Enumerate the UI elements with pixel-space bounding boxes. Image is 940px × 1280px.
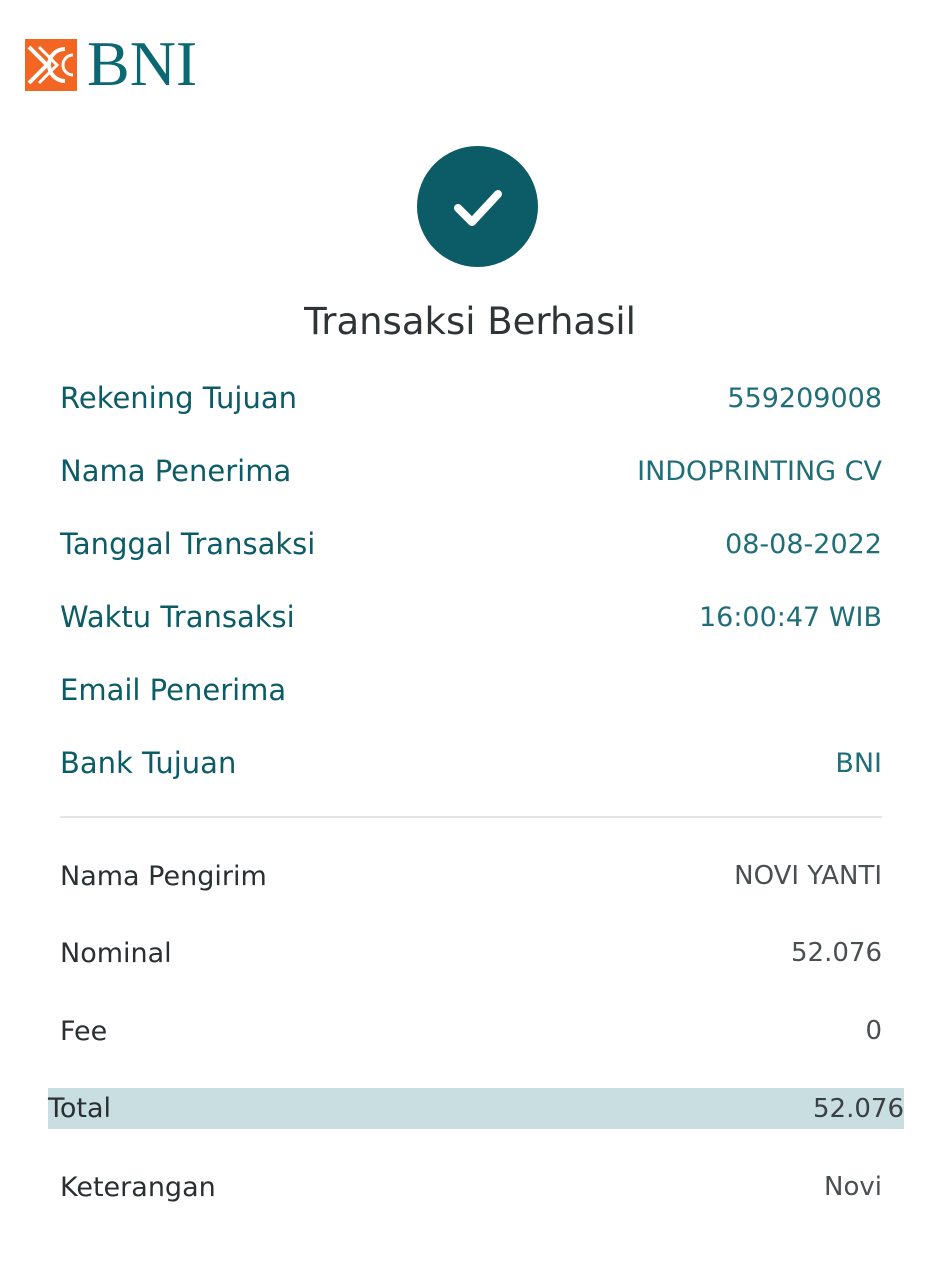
total-value: 52.076 bbox=[813, 1093, 904, 1124]
detail-label: Nama Pengirim bbox=[60, 860, 267, 892]
detail-label: Tanggal Transaksi bbox=[60, 527, 316, 561]
detail-label: Bank Tujuan bbox=[60, 746, 237, 780]
detail-value: 08-08-2022 bbox=[725, 528, 882, 560]
detail-row-tanggal-transaksi: Tanggal Transaksi 08-08-2022 bbox=[60, 522, 882, 566]
detail-label: Nominal bbox=[60, 937, 172, 969]
detail-row-fee: Fee 0 bbox=[60, 1009, 882, 1053]
success-badge bbox=[417, 146, 538, 267]
checkmark-icon bbox=[453, 189, 502, 226]
detail-label: Fee bbox=[60, 1015, 108, 1047]
detail-value: Novi bbox=[824, 1172, 882, 1202]
detail-label: Keterangan bbox=[60, 1171, 216, 1203]
detail-row-total: Total 52.076 bbox=[48, 1088, 904, 1129]
bni-logo-mark-icon bbox=[25, 39, 77, 91]
detail-label: Rekening Tujuan bbox=[60, 381, 298, 415]
detail-label: Nama Penerima bbox=[60, 454, 292, 488]
detail-row-rekening-tujuan: Rekening Tujuan 559209008 bbox=[60, 376, 882, 420]
detail-row-nama-pengirim: Nama Pengirim NOVI YANTI bbox=[60, 854, 882, 898]
detail-row-email-penerima: Email Penerima bbox=[60, 668, 882, 712]
detail-row-keterangan: Keterangan Novi bbox=[60, 1165, 882, 1209]
section-divider bbox=[60, 816, 882, 818]
detail-value: 16:00:47 WIB bbox=[698, 601, 882, 633]
total-label: Total bbox=[48, 1093, 112, 1124]
detail-row-waktu-transaksi: Waktu Transaksi 16:00:47 WIB bbox=[60, 595, 882, 639]
detail-label: Email Penerima bbox=[60, 673, 287, 707]
detail-value: INDOPRINTING CV bbox=[637, 455, 882, 487]
detail-value: 52.076 bbox=[791, 938, 882, 968]
detail-value: NOVI YANTI bbox=[734, 861, 882, 891]
detail-label: Waktu Transaksi bbox=[60, 600, 295, 634]
detail-value: 0 bbox=[865, 1016, 882, 1046]
bni-logo-text: BNI bbox=[87, 28, 198, 99]
detail-value: BNI bbox=[835, 747, 882, 779]
detail-row-nominal: Nominal 52.076 bbox=[60, 931, 882, 975]
detail-row-bank-tujuan: Bank Tujuan BNI bbox=[60, 741, 882, 785]
detail-row-nama-penerima: Nama Penerima INDOPRINTING CV bbox=[60, 449, 882, 493]
page-title: Transaksi Berhasil bbox=[304, 300, 636, 343]
detail-value: 559209008 bbox=[727, 382, 882, 414]
bni-logo: BNI bbox=[25, 28, 198, 99]
